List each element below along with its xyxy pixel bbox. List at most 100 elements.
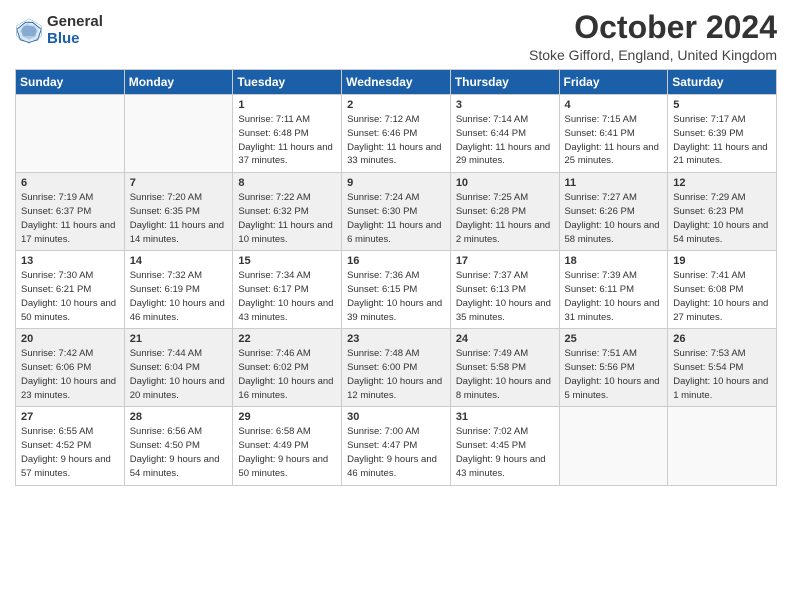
table-row: 13 Sunrise: 7:30 AM Sunset: 6:21 PM Dayli… xyxy=(16,251,125,329)
day-number: 18 xyxy=(565,255,663,267)
day-info: Sunrise: 7:24 AM Sunset: 6:30 PM Dayligh… xyxy=(347,191,445,246)
table-row: 3 Sunrise: 7:14 AM Sunset: 6:44 PM Daylig… xyxy=(450,95,559,173)
table-row: 11 Sunrise: 7:27 AM Sunset: 6:26 PM Dayli… xyxy=(559,173,668,251)
table-row: 23Sunrise: 7:48 AM Sunset: 6:00 PM Dayli… xyxy=(342,329,451,407)
day-info: Sunrise: 7:11 AM Sunset: 6:48 PM Dayligh… xyxy=(238,113,336,168)
calendar-table: Sunday Monday Tuesday Wednesday Thursday… xyxy=(15,69,777,485)
table-row: 18 Sunrise: 7:39 AM Sunset: 6:11 PM Dayli… xyxy=(559,251,668,329)
table-row: 31 Sunrise: 7:02 AM Sunset: 4:45 PM Dayli… xyxy=(450,407,559,485)
day-number: 25 xyxy=(565,333,663,345)
day-info: Sunrise: 7:27 AM Sunset: 6:26 PM Dayligh… xyxy=(565,191,663,246)
calendar-week-row: 20Sunrise: 7:42 AM Sunset: 6:06 PM Dayli… xyxy=(16,329,777,407)
table-row: 20Sunrise: 7:42 AM Sunset: 6:06 PM Dayli… xyxy=(16,329,125,407)
day-number: 28 xyxy=(130,411,228,423)
table-row: 25 Sunrise: 7:51 AM Sunset: 5:56 PM Dayli… xyxy=(559,329,668,407)
day-info: Sunrise: 7:20 AM Sunset: 6:35 PM Dayligh… xyxy=(130,191,228,246)
day-info: Sunrise: 7:15 AM Sunset: 6:41 PM Dayligh… xyxy=(565,113,663,168)
table-row: 30Sunrise: 7:00 AM Sunset: 4:47 PM Dayli… xyxy=(342,407,451,485)
day-number: 27 xyxy=(21,411,119,423)
month-title: October 2024 xyxy=(529,10,777,45)
day-number: 5 xyxy=(673,99,771,111)
day-number: 9 xyxy=(347,177,445,189)
table-row: 10 Sunrise: 7:25 AM Sunset: 6:28 PM Dayli… xyxy=(450,173,559,251)
day-info: Sunrise: 6:56 AM Sunset: 4:50 PM Dayligh… xyxy=(130,425,228,480)
calendar-week-row: 13 Sunrise: 7:30 AM Sunset: 6:21 PM Dayli… xyxy=(16,251,777,329)
day-number: 10 xyxy=(456,177,554,189)
day-number: 15 xyxy=(238,255,336,267)
day-info: Sunrise: 7:53 AM Sunset: 5:54 PM Dayligh… xyxy=(673,347,771,402)
table-row: 28 Sunrise: 6:56 AM Sunset: 4:50 PM Dayli… xyxy=(124,407,233,485)
title-block: October 2024 Stoke Gifford, England, Uni… xyxy=(529,10,777,63)
day-info: Sunrise: 7:42 AM Sunset: 6:06 PM Dayligh… xyxy=(21,347,119,402)
logo-general-text: General xyxy=(47,14,103,31)
table-row: 7 Sunrise: 7:20 AM Sunset: 6:35 PM Daylig… xyxy=(124,173,233,251)
col-monday: Monday xyxy=(124,70,233,95)
table-row: 27 Sunrise: 6:55 AM Sunset: 4:52 PM Dayli… xyxy=(16,407,125,485)
table-row: 5 Sunrise: 7:17 AM Sunset: 6:39 PM Daylig… xyxy=(668,95,777,173)
day-number: 19 xyxy=(673,255,771,267)
table-row: 17 Sunrise: 7:37 AM Sunset: 6:13 PM Dayli… xyxy=(450,251,559,329)
col-wednesday: Wednesday xyxy=(342,70,451,95)
day-number: 31 xyxy=(456,411,554,423)
day-number: 14 xyxy=(130,255,228,267)
col-sunday: Sunday xyxy=(16,70,125,95)
day-info: Sunrise: 7:41 AM Sunset: 6:08 PM Dayligh… xyxy=(673,269,771,324)
table-row: 15 Sunrise: 7:34 AM Sunset: 6:17 PM Dayli… xyxy=(233,251,342,329)
table-row: 16 Sunrise: 7:36 AM Sunset: 6:15 PM Dayli… xyxy=(342,251,451,329)
day-info: Sunrise: 7:30 AM Sunset: 6:21 PM Dayligh… xyxy=(21,269,119,324)
day-number: 3 xyxy=(456,99,554,111)
day-info: Sunrise: 7:00 AM Sunset: 4:47 PM Dayligh… xyxy=(347,425,445,480)
logo-text: General Blue xyxy=(47,14,103,47)
calendar-header-row: Sunday Monday Tuesday Wednesday Thursday… xyxy=(16,70,777,95)
day-number: 24 xyxy=(456,333,554,345)
day-number: 16 xyxy=(347,255,445,267)
col-tuesday: Tuesday xyxy=(233,70,342,95)
logo: General Blue xyxy=(15,14,103,47)
day-number: 1 xyxy=(238,99,336,111)
day-info: Sunrise: 7:22 AM Sunset: 6:32 PM Dayligh… xyxy=(238,191,336,246)
table-row: 1 Sunrise: 7:11 AM Sunset: 6:48 PM Daylig… xyxy=(233,95,342,173)
calendar-week-row: 27 Sunrise: 6:55 AM Sunset: 4:52 PM Dayli… xyxy=(16,407,777,485)
day-number: 26 xyxy=(673,333,771,345)
table-row: 22 Sunrise: 7:46 AM Sunset: 6:02 PM Dayli… xyxy=(233,329,342,407)
day-info: Sunrise: 7:49 AM Sunset: 5:58 PM Dayligh… xyxy=(456,347,554,402)
day-number: 11 xyxy=(565,177,663,189)
day-number: 23 xyxy=(347,333,445,345)
header: General Blue October 2024 Stoke Gifford,… xyxy=(15,10,777,63)
day-number: 12 xyxy=(673,177,771,189)
day-info: Sunrise: 7:37 AM Sunset: 6:13 PM Dayligh… xyxy=(456,269,554,324)
day-number: 4 xyxy=(565,99,663,111)
day-number: 22 xyxy=(238,333,336,345)
table-row: 8Sunrise: 7:22 AM Sunset: 6:32 PM Daylig… xyxy=(233,173,342,251)
day-info: Sunrise: 7:34 AM Sunset: 6:17 PM Dayligh… xyxy=(238,269,336,324)
day-info: Sunrise: 6:58 AM Sunset: 4:49 PM Dayligh… xyxy=(238,425,336,480)
day-info: Sunrise: 7:25 AM Sunset: 6:28 PM Dayligh… xyxy=(456,191,554,246)
day-number: 17 xyxy=(456,255,554,267)
day-info: Sunrise: 7:46 AM Sunset: 6:02 PM Dayligh… xyxy=(238,347,336,402)
day-info: Sunrise: 7:36 AM Sunset: 6:15 PM Dayligh… xyxy=(347,269,445,324)
table-row: 6Sunrise: 7:19 AM Sunset: 6:37 PM Daylig… xyxy=(16,173,125,251)
day-info: Sunrise: 7:19 AM Sunset: 6:37 PM Dayligh… xyxy=(21,191,119,246)
table-row: 26 Sunrise: 7:53 AM Sunset: 5:54 PM Dayli… xyxy=(668,329,777,407)
calendar-week-row: 6Sunrise: 7:19 AM Sunset: 6:37 PM Daylig… xyxy=(16,173,777,251)
day-number: 7 xyxy=(130,177,228,189)
day-info: Sunrise: 7:51 AM Sunset: 5:56 PM Dayligh… xyxy=(565,347,663,402)
table-row xyxy=(668,407,777,485)
day-info: Sunrise: 6:55 AM Sunset: 4:52 PM Dayligh… xyxy=(21,425,119,480)
day-number: 13 xyxy=(21,255,119,267)
day-info: Sunrise: 7:17 AM Sunset: 6:39 PM Dayligh… xyxy=(673,113,771,168)
day-info: Sunrise: 7:02 AM Sunset: 4:45 PM Dayligh… xyxy=(456,425,554,480)
day-info: Sunrise: 7:44 AM Sunset: 6:04 PM Dayligh… xyxy=(130,347,228,402)
logo-blue-text: Blue xyxy=(47,31,103,48)
day-info: Sunrise: 7:32 AM Sunset: 6:19 PM Dayligh… xyxy=(130,269,228,324)
day-number: 29 xyxy=(238,411,336,423)
col-saturday: Saturday xyxy=(668,70,777,95)
day-info: Sunrise: 7:39 AM Sunset: 6:11 PM Dayligh… xyxy=(565,269,663,324)
table-row xyxy=(124,95,233,173)
day-info: Sunrise: 7:14 AM Sunset: 6:44 PM Dayligh… xyxy=(456,113,554,168)
day-info: Sunrise: 7:12 AM Sunset: 6:46 PM Dayligh… xyxy=(347,113,445,168)
calendar-week-row: 1 Sunrise: 7:11 AM Sunset: 6:48 PM Daylig… xyxy=(16,95,777,173)
table-row: 24 Sunrise: 7:49 AM Sunset: 5:58 PM Dayli… xyxy=(450,329,559,407)
table-row: 9 Sunrise: 7:24 AM Sunset: 6:30 PM Daylig… xyxy=(342,173,451,251)
location: Stoke Gifford, England, United Kingdom xyxy=(529,47,777,63)
